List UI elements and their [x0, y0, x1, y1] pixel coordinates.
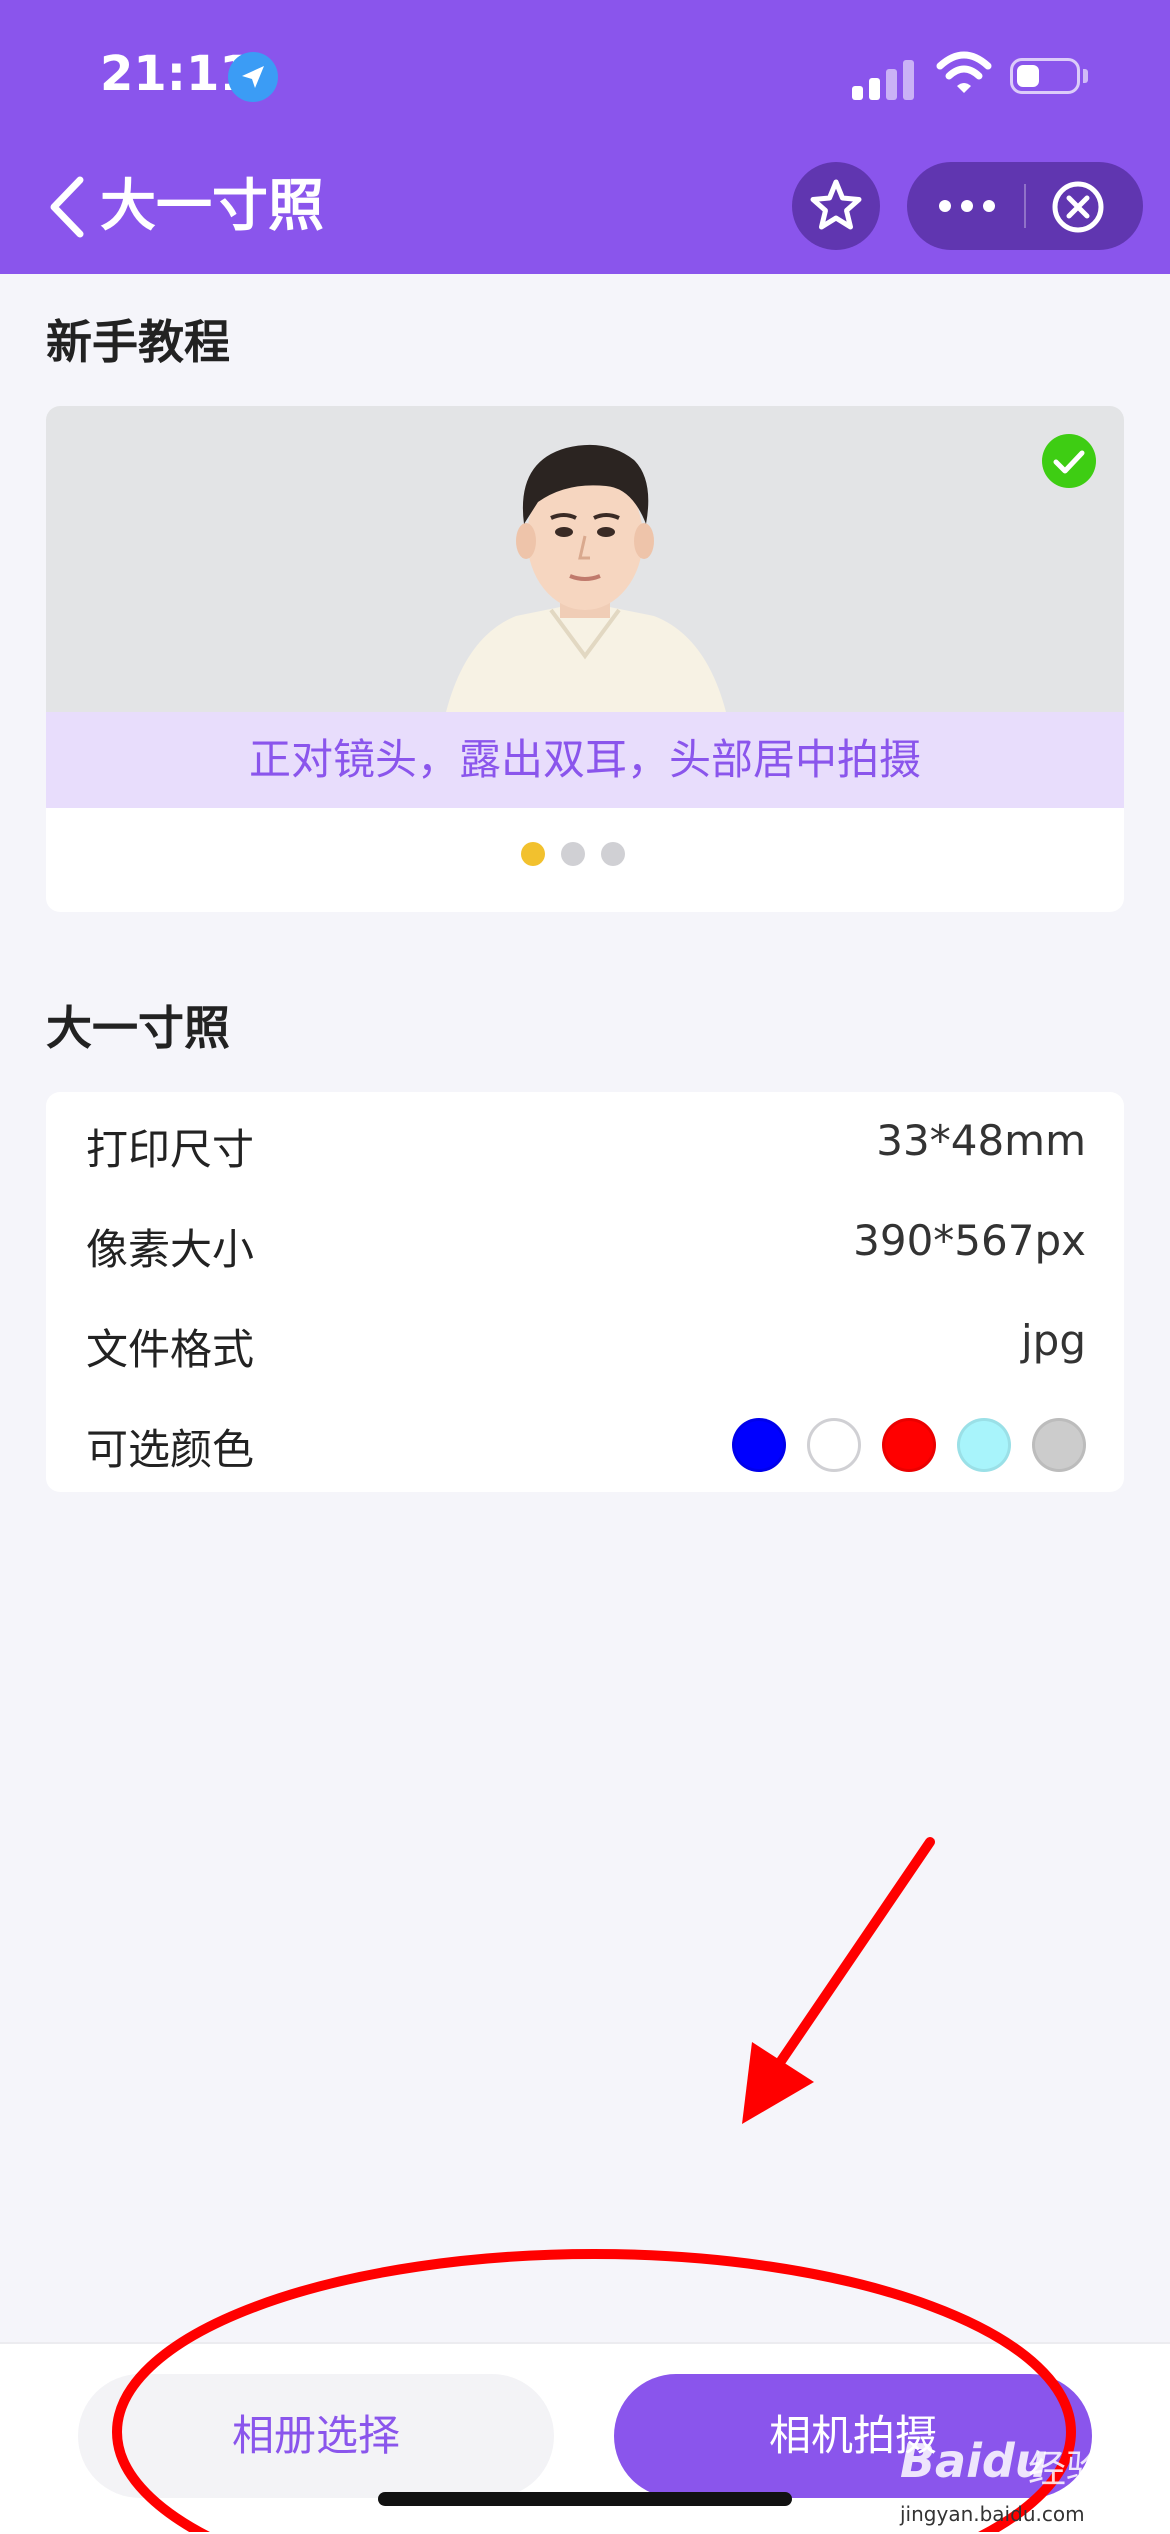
sample-portrait-image [46, 406, 1124, 712]
battery-icon [1010, 58, 1080, 94]
carousel-dots [521, 842, 651, 868]
spec-label: 打印尺寸 [86, 1125, 255, 1174]
watermark-url: jingyan.baidu.com [900, 2502, 1085, 2526]
watermark-logo: Baidu [900, 2434, 1048, 2488]
favorite-button[interactable] [792, 162, 880, 250]
spec-card: 打印尺寸 33*48mm 像素大小 390*567px 文件格式 jpg 可选颜… [46, 1092, 1124, 1492]
color-swatch-white[interactable] [807, 1418, 861, 1472]
spec-section-title: 大一寸照 [46, 1001, 230, 1055]
color-swatch-red[interactable] [882, 1418, 936, 1472]
battery-tip [1083, 69, 1088, 83]
check-icon [1040, 432, 1098, 490]
more-icon[interactable] [937, 196, 997, 216]
spec-label: 像素大小 [86, 1225, 255, 1274]
tutorial-caption: 正对镜头，露出双耳，头部居中拍摄 [248, 735, 921, 784]
spec-value: jpg [1021, 1316, 1086, 1365]
back-button[interactable] [44, 172, 94, 242]
capsule-divider [1024, 184, 1026, 228]
annotation-arrowhead [742, 2042, 814, 2124]
tutorial-caption-bar: 正对镜头，露出双耳，头部居中拍摄 [46, 712, 1124, 808]
tutorial-section-title: 新手教程 [46, 315, 230, 369]
carousel-dot[interactable] [601, 842, 625, 866]
spec-value: 390*567px [853, 1216, 1086, 1265]
spec-row-pixel-size: 像素大小 390*567px [46, 1192, 1124, 1292]
wifi-icon [936, 50, 992, 96]
cellular-signal-icon [852, 56, 916, 100]
spec-row-file-format: 文件格式 jpg [46, 1292, 1124, 1392]
color-swatch-blue[interactable] [732, 1418, 786, 1472]
page-title: 大一寸照 [100, 174, 324, 239]
spec-label: 文件格式 [86, 1325, 255, 1374]
spec-label: 可选颜色 [86, 1425, 255, 1474]
carousel-dot[interactable] [521, 842, 545, 866]
spec-row-colors: 可选颜色 [46, 1392, 1124, 1492]
color-swatch-light-blue[interactable] [957, 1418, 1011, 1472]
watermark-text: 经验 [1028, 2447, 1105, 2491]
spec-value: 33*48mm [876, 1116, 1086, 1165]
album-select-button[interactable]: 相册选择 [78, 2374, 554, 2498]
annotation-arrow [755, 1837, 935, 2097]
home-indicator [378, 2492, 792, 2506]
location-arrow-icon [228, 52, 278, 102]
miniapp-capsule [907, 162, 1143, 250]
baidu-jingyan-watermark: Baidu 经验 jingyan.baidu.com [900, 2416, 1110, 2526]
carousel-dot[interactable] [561, 842, 585, 866]
tutorial-carousel[interactable]: 正对镜头，露出双耳，头部居中拍摄 [46, 406, 1124, 912]
star-icon [810, 179, 862, 230]
spec-row-print-size: 打印尺寸 33*48mm [46, 1092, 1124, 1192]
color-swatch-gray[interactable] [1032, 1418, 1086, 1472]
app-header: 21:11 大一寸照 [0, 0, 1170, 274]
close-icon[interactable] [1051, 180, 1105, 234]
